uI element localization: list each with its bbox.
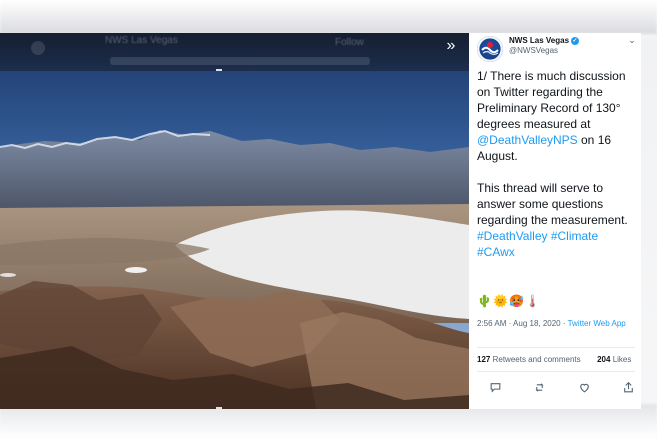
blurred-background-header: NWS Las Vegas Follow	[0, 33, 469, 71]
hashtag-link-deathvalley[interactable]: #DeathValley	[477, 229, 548, 243]
slide-indicator-bottom	[216, 407, 222, 409]
tweet-text: 1/ There is much discussion on Twitter r…	[477, 68, 635, 260]
tweet-divider-bottom	[477, 371, 635, 372]
emoji-row: 🌵 🌞 🥵 🌡️	[477, 293, 540, 308]
tweet-media-viewer[interactable]: NWS Las Vegas Follow »	[0, 33, 469, 409]
verified-badge-icon: ✓	[571, 36, 580, 45]
nws-logo-icon	[477, 36, 503, 62]
account-name[interactable]: NWS Las Vegas ✓	[509, 36, 580, 45]
nws-logo-avatar[interactable]	[477, 36, 503, 62]
retweets-stat[interactable]: 127 Retweets and comments	[477, 355, 581, 364]
tweet-panel: NWS Las Vegas ✓ @NWSVegas ⌄ 1/ There is m…	[469, 33, 641, 409]
sun-emoji-icon: 🌞	[493, 293, 508, 308]
retweet-icon[interactable]	[532, 379, 548, 395]
top-blur-band	[0, 0, 657, 34]
tweet-time[interactable]: 2:56 AM	[477, 319, 506, 328]
tweet-stats: 127 Retweets and comments 204 Likes	[477, 355, 641, 364]
ghost-avatar	[31, 41, 45, 55]
likes-label: Likes	[612, 355, 632, 364]
bottom-blur-band	[0, 404, 657, 438]
tweet-meta: 2:56 AM · Aug 18, 2020 · Twitter Web App	[477, 318, 635, 329]
cactus-emoji-icon: 🌵	[477, 293, 492, 308]
tweet-date[interactable]: Aug 18, 2020	[513, 319, 561, 328]
ghost-account-name: NWS Las Vegas	[105, 35, 178, 46]
reply-icon[interactable]	[487, 379, 503, 395]
double-chevron-right-icon[interactable]: »	[441, 36, 461, 56]
thermometer-emoji-icon: 🌡️	[525, 293, 540, 308]
retweets-count: 127	[477, 355, 491, 364]
screenshot-frame: NWS Las Vegas Follow » NWS Las Vegas ✓ @N…	[0, 0, 657, 438]
hashtag-link-climate[interactable]: #Climate	[551, 229, 598, 243]
share-icon[interactable]	[621, 379, 637, 395]
ghost-text-line	[110, 57, 370, 65]
account-handle[interactable]: @NWSVegas	[509, 46, 558, 55]
hot-face-emoji-icon: 🥵	[509, 293, 524, 308]
retweets-label: Retweets and comments	[492, 355, 581, 364]
tweet-source-app[interactable]: Twitter Web App	[568, 319, 626, 328]
slide-indicator-top	[216, 69, 222, 71]
mention-link[interactable]: @DeathValleyNPS	[477, 133, 578, 147]
meta-separator-2: ·	[560, 319, 568, 328]
likes-stat[interactable]: 204 Likes	[597, 355, 631, 364]
tweet-text-part-1: 1/ There is much discussion on Twitter r…	[477, 69, 626, 131]
hashtag-link-cawx[interactable]: #CAwx	[477, 245, 515, 259]
tweet-actions	[487, 379, 637, 395]
chevron-down-icon[interactable]: ⌄	[626, 34, 638, 46]
tweet-text-paragraph-2: This thread will serve to answer some qu…	[477, 181, 628, 227]
likes-count: 204	[597, 355, 611, 364]
tweet-divider-top	[477, 347, 635, 348]
heart-icon[interactable]	[576, 379, 592, 395]
ghost-follow-button: Follow	[335, 37, 364, 48]
valley-photo	[0, 33, 469, 409]
